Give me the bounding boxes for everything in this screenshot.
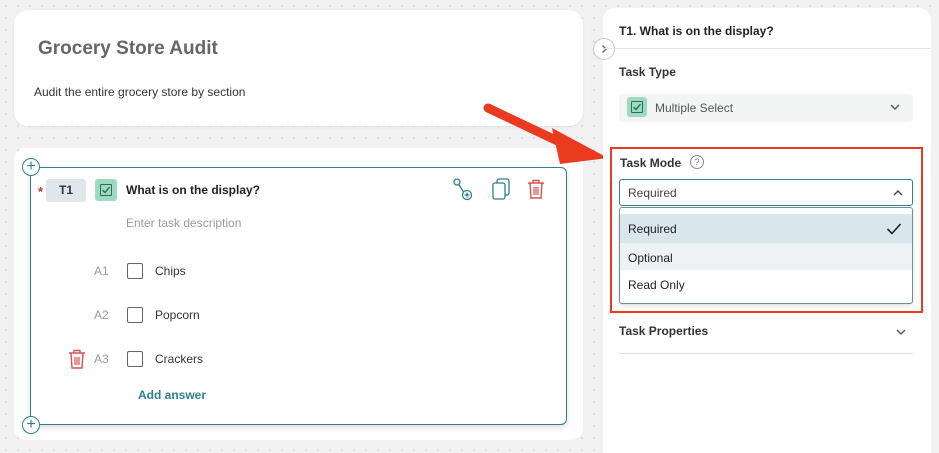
task-mode-value: Required [628,186,677,200]
add-task-below-icon[interactable]: + [22,416,40,434]
help-icon[interactable]: ? [690,155,704,169]
task-mode-option-read-only[interactable]: Read Only [620,270,912,299]
chevron-down-icon[interactable] [889,101,901,113]
task-title[interactable]: What is on the display? [126,183,260,197]
answer-label[interactable]: Chips [155,264,186,278]
multiple-select-icon [627,97,647,117]
chevron-right-icon [602,45,607,53]
chevron-down-icon[interactable] [895,326,907,338]
task-type-label: Task Type [619,65,676,79]
answer-label[interactable]: Popcorn [155,308,200,322]
add-answer-link[interactable]: Add answer [138,388,206,402]
answer-checkbox[interactable] [127,351,143,367]
panel-title: T1. What is on the display? [619,24,774,38]
answer-checkbox[interactable] [127,263,143,279]
answer-label[interactable]: Crackers [155,352,203,366]
multiple-select-icon [95,179,117,201]
option-label: Read Only [628,278,685,292]
answer-id: A2 [94,308,109,322]
required-marker: * [38,184,44,199]
answer-id: A3 [94,352,109,366]
task-type-value: Multiple Select [655,101,734,115]
annotation-arrow [483,103,608,164]
option-label: Optional [628,251,673,265]
collapse-panel-button[interactable] [593,38,615,60]
chevron-up-icon [893,190,903,196]
answer-checkbox[interactable] [127,307,143,323]
task-id-badge: T1 [46,179,86,202]
option-label: Required [628,222,677,236]
task-card[interactable] [30,167,567,425]
task-mode-option-required[interactable]: Required [620,214,912,243]
check-icon [886,223,902,235]
divider [619,353,913,354]
answer-id: A1 [94,264,109,278]
add-task-above-icon[interactable]: + [22,158,40,176]
task-mode-select[interactable]: Required [619,179,913,206]
task-description-input[interactable]: Enter task description [126,216,241,230]
task-properties-label[interactable]: Task Properties [619,324,708,338]
page-description: Audit the entire grocery store by sectio… [34,85,246,99]
copy-icon[interactable] [490,178,512,202]
task-mode-options-list: Required Optional Read Only [619,207,913,304]
page-title: Grocery Store Audit [38,38,218,59]
task-mode-label: Task Mode [620,156,682,170]
branch-logic-icon[interactable] [452,178,476,202]
trash-icon[interactable] [526,178,546,200]
divider [603,48,931,49]
task-mode-option-optional[interactable]: Optional [620,243,912,272]
delete-answer-icon[interactable] [67,348,87,370]
